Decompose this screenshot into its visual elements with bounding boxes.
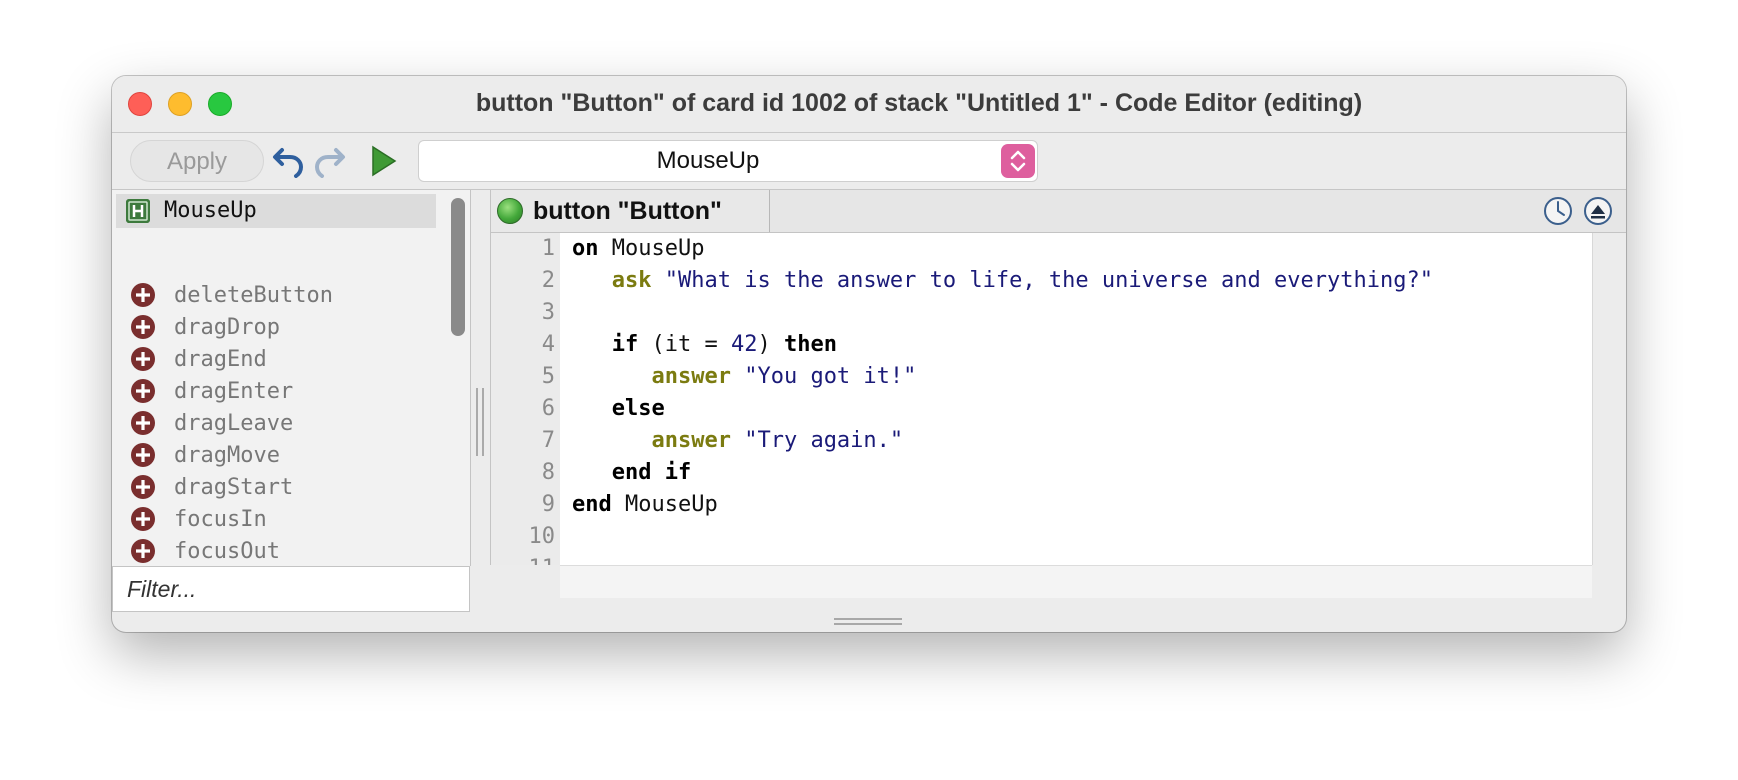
status-light-icon xyxy=(497,198,523,224)
chevron-up-down-icon[interactable] xyxy=(1001,144,1035,178)
handler-item-mouseup[interactable]: MouseUp xyxy=(116,194,436,228)
line-number: 7 xyxy=(541,428,555,453)
title-bar[interactable]: button "Button" of card id 1002 of stack… xyxy=(112,76,1626,133)
line-number: 1 xyxy=(541,236,555,261)
window-title: button "Button" of card id 1002 of stack… xyxy=(475,89,1363,117)
list-item-label: deleteButton xyxy=(174,283,333,308)
clock-icon[interactable] xyxy=(1543,196,1573,226)
line-number: 2 xyxy=(541,268,555,293)
add-circle-icon[interactable] xyxy=(130,538,156,564)
handler-select-value: MouseUp xyxy=(656,147,760,174)
object-tab[interactable]: button "Button" xyxy=(491,190,770,232)
sidebar-scroll-thumb[interactable] xyxy=(451,198,465,336)
sidebar-scrollbar[interactable] xyxy=(442,190,470,566)
list-item[interactable]: dragStart xyxy=(112,472,442,504)
redo-icon[interactable] xyxy=(312,144,346,178)
object-tab-label: button "Button" xyxy=(533,197,722,225)
add-circle-icon[interactable] xyxy=(130,474,156,500)
add-circle-icon[interactable] xyxy=(130,346,156,372)
add-circle-icon[interactable] xyxy=(130,442,156,468)
list-item[interactable]: dragLeave xyxy=(112,408,442,440)
line-number: 3 xyxy=(541,300,555,325)
add-circle-icon[interactable] xyxy=(130,410,156,436)
line-number: 4 xyxy=(541,332,555,357)
handler-select[interactable]: MouseUp xyxy=(418,140,1038,182)
list-item[interactable]: deleteButton xyxy=(112,280,442,312)
code-line[interactable]: else xyxy=(560,393,1592,425)
close-window-button[interactable] xyxy=(128,92,152,116)
add-circle-icon[interactable] xyxy=(130,282,156,308)
add-circle-icon[interactable] xyxy=(130,378,156,404)
list-item-label: dragEnd xyxy=(174,347,267,372)
line-number: 5 xyxy=(541,364,555,389)
list-item-label: dragStart xyxy=(174,475,294,500)
panel-splitter-handle[interactable] xyxy=(474,388,486,456)
editor-header: button "Button" xyxy=(490,190,1626,233)
message-list: deleteButton dragDrop dragEnd dragEnter … xyxy=(112,280,442,566)
list-item-label: dragDrop xyxy=(174,315,280,340)
list-item[interactable]: dragMove xyxy=(112,440,442,472)
code-line[interactable]: end if xyxy=(560,457,1592,489)
list-item-label: dragLeave xyxy=(174,411,294,436)
undo-icon[interactable] xyxy=(272,144,306,178)
play-icon[interactable] xyxy=(366,144,400,178)
line-number-gutter: 1 2 3 4 5 6 7 8 9 10 11 xyxy=(490,233,561,565)
code-line[interactable]: ask "What is the answer to life, the uni… xyxy=(560,265,1592,297)
code-line[interactable]: ​ xyxy=(560,553,1592,565)
list-item-label: dragEnter xyxy=(174,379,294,404)
line-number: 9 xyxy=(541,492,555,517)
handler-h-icon xyxy=(126,199,150,223)
list-item[interactable]: dragEnd xyxy=(112,344,442,376)
code-line[interactable]: if (it = 42) then xyxy=(560,329,1592,361)
resize-grip-handle[interactable] xyxy=(834,618,902,626)
code-line[interactable]: ​ xyxy=(560,297,1592,329)
code-line[interactable]: answer "Try again." xyxy=(560,425,1592,457)
zoom-window-button[interactable] xyxy=(208,92,232,116)
line-number: 10 xyxy=(528,524,556,549)
filter-input[interactable]: Filter... xyxy=(112,566,470,612)
editor-vertical-scrollbar[interactable] xyxy=(1592,233,1626,565)
handler-list-panel: MouseUp deleteButton dragDrop dragEnd dr… xyxy=(112,190,471,566)
code-editor-window: button "Button" of card id 1002 of stack… xyxy=(112,76,1626,632)
code-line[interactable]: end MouseUp xyxy=(560,489,1592,521)
code-editor-text[interactable]: on MouseUp ask "What is the answer to li… xyxy=(560,233,1592,565)
line-number: 8 xyxy=(541,460,555,485)
add-circle-icon[interactable] xyxy=(130,506,156,532)
handler-item-label: MouseUp xyxy=(164,198,257,223)
code-line[interactable]: ​ xyxy=(560,521,1592,553)
add-circle-icon[interactable] xyxy=(130,314,156,340)
list-item-label: dragMove xyxy=(174,443,280,468)
list-item[interactable]: focusIn xyxy=(112,504,442,536)
code-line[interactable]: on MouseUp xyxy=(560,233,1592,265)
code-line[interactable]: answer "You got it!" xyxy=(560,361,1592,393)
list-item[interactable]: dragEnter xyxy=(112,376,442,408)
collapse-up-icon[interactable] xyxy=(1583,196,1613,226)
line-number: 6 xyxy=(541,396,555,421)
line-number: 11 xyxy=(491,553,561,565)
editor-horizontal-scrollbar[interactable] xyxy=(560,565,1592,598)
apply-button[interactable]: Apply xyxy=(130,140,264,182)
minimize-window-button[interactable] xyxy=(168,92,192,116)
list-item[interactable]: focusOut xyxy=(112,536,442,566)
list-item[interactable]: dragDrop xyxy=(112,312,442,344)
list-item-label: focusOut xyxy=(174,539,280,564)
list-item-label: focusIn xyxy=(174,507,267,532)
